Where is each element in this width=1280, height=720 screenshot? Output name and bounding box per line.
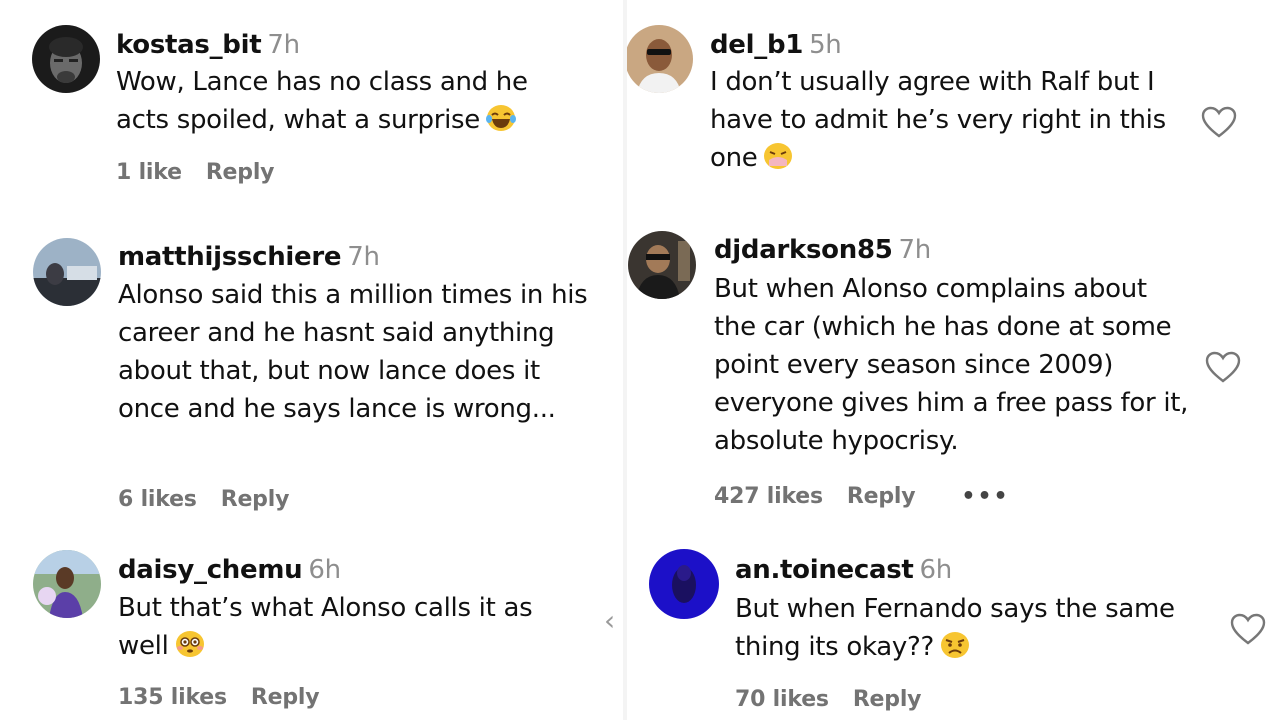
reply-button[interactable]: Reply xyxy=(251,685,320,710)
comment-username[interactable]: an.toinecast 6h xyxy=(735,555,952,585)
comment-card: daisy_chemu 6h But that’s what Alonso cal… xyxy=(0,536,623,720)
username-text[interactable]: an.toinecast xyxy=(735,555,914,585)
likes-count[interactable]: 1 like xyxy=(116,160,182,185)
comment-card: del_b1 5h I don’t usually agree with Ralf… xyxy=(627,0,1280,205)
comment-card: an.toinecast 6h But when Fernando says th… xyxy=(627,540,1280,720)
comment-actions: 70 likes Reply xyxy=(735,687,922,712)
avatar[interactable] xyxy=(649,549,719,619)
timestamp: 7h xyxy=(898,235,932,265)
timestamp: 7h xyxy=(267,30,300,60)
comment-card: djdarkson85 7h But when Alonso complains … xyxy=(627,207,1280,537)
like-heart-icon[interactable] xyxy=(1230,613,1266,645)
avatar[interactable] xyxy=(33,238,101,306)
timestamp: 6h xyxy=(919,555,953,585)
comment-text: Wow, Lance has no class and he acts spoi… xyxy=(116,63,556,143)
comment-actions: 427 likes Reply ••• xyxy=(714,484,1010,509)
like-heart-icon[interactable] xyxy=(1201,106,1237,138)
username-text[interactable]: djdarkson85 xyxy=(714,235,893,265)
laughing-emoji-icon xyxy=(485,104,516,143)
likes-count[interactable]: 135 likes xyxy=(118,685,227,710)
comment-username[interactable]: kostas_bit 7h xyxy=(116,30,300,60)
comment-text: But that’s what Alonso calls it as well xyxy=(118,589,558,669)
previous-icon[interactable]: ‹ xyxy=(604,604,615,637)
comment-text: But when Fernando says the same thing it… xyxy=(735,590,1205,670)
timestamp: 7h xyxy=(347,242,380,272)
comment-card: matthijsschiere 7h Alonso said this a mil… xyxy=(0,222,623,522)
comment-actions: 1 like Reply xyxy=(116,160,275,185)
flushed-emoji-icon xyxy=(175,630,205,669)
comment-text: But when Alonso complains about the car … xyxy=(714,270,1194,460)
likes-count[interactable]: 6 likes xyxy=(118,487,197,512)
reply-button[interactable]: Reply xyxy=(847,484,916,509)
more-options-icon[interactable]: ••• xyxy=(961,484,1009,509)
avatar[interactable] xyxy=(628,231,696,299)
comment-body: Wow, Lance has no class and he acts spoi… xyxy=(116,67,528,135)
username-text[interactable]: del_b1 xyxy=(710,30,803,60)
comment-username[interactable]: matthijsschiere 7h xyxy=(118,242,380,272)
avatar[interactable] xyxy=(33,550,101,618)
likes-count[interactable]: 70 likes xyxy=(735,687,829,712)
reply-button[interactable]: Reply xyxy=(853,687,922,712)
comment-username[interactable]: daisy_chemu 6h xyxy=(118,555,341,585)
comment-card: kostas_bit 7h Wow, Lance has no class and… xyxy=(0,0,623,220)
comment-body: But when Alonso complains about the car … xyxy=(714,274,1189,456)
comment-actions: 6 likes Reply xyxy=(118,487,289,512)
comment-text: I don’t usually agree with Ralf but I ha… xyxy=(710,63,1190,181)
reply-button[interactable]: Reply xyxy=(206,160,275,185)
comment-body: Alonso said this a million times in his … xyxy=(118,280,588,424)
reply-button[interactable]: Reply xyxy=(221,487,290,512)
username-text[interactable]: daisy_chemu xyxy=(118,555,303,585)
worried-emoji-icon xyxy=(940,631,970,670)
comment-actions: 135 likes Reply xyxy=(118,685,320,710)
like-heart-icon[interactable] xyxy=(1205,351,1241,383)
timestamp: 5h xyxy=(809,30,842,60)
username-text[interactable]: kostas_bit xyxy=(116,30,262,60)
timestamp: 6h xyxy=(308,555,341,585)
hand-over-mouth-emoji-icon xyxy=(763,142,793,181)
comment-username[interactable]: djdarkson85 7h xyxy=(714,235,931,265)
avatar[interactable] xyxy=(32,25,100,93)
comment-text: Alonso said this a million times in his … xyxy=(118,276,588,428)
comment-username[interactable]: del_b1 5h xyxy=(710,30,842,60)
likes-count[interactable]: 427 likes xyxy=(714,484,823,509)
username-text[interactable]: matthijsschiere xyxy=(118,242,342,272)
avatar[interactable] xyxy=(627,25,693,93)
